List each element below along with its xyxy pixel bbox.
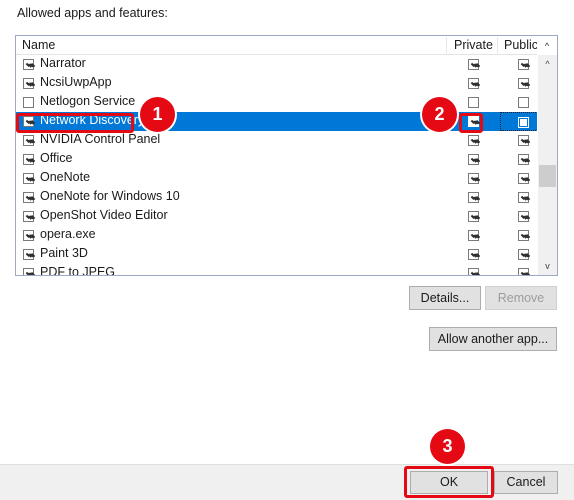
allowed-apps-list[interactable]: Name Private Public ^ Narrator NcsiUwpAp… xyxy=(15,35,558,276)
public-cell-focused[interactable] xyxy=(500,112,537,131)
allowed-checkbox[interactable] xyxy=(23,135,34,146)
private-checkbox[interactable] xyxy=(468,268,479,275)
table-row[interactable]: PDF to JPEG xyxy=(16,264,537,275)
public-checkbox[interactable] xyxy=(518,135,529,146)
column-divider[interactable] xyxy=(497,37,498,54)
app-name: Netlogon Service xyxy=(40,94,136,108)
table-row[interactable]: opera.exe xyxy=(16,226,537,245)
app-name: Narrator xyxy=(40,56,86,70)
ok-button[interactable]: OK xyxy=(410,471,488,494)
list-scrollbar[interactable]: ^ v xyxy=(537,55,557,275)
public-checkbox[interactable] xyxy=(518,211,529,222)
app-name: OneNote xyxy=(40,170,91,184)
allowed-checkbox[interactable] xyxy=(23,78,34,89)
allowed-checkbox[interactable] xyxy=(23,249,34,260)
public-checkbox[interactable] xyxy=(518,154,529,165)
private-checkbox[interactable] xyxy=(468,154,479,165)
table-row-selected[interactable]: Network Discovery xyxy=(16,112,537,131)
public-checkbox[interactable] xyxy=(518,117,529,128)
private-checkbox[interactable] xyxy=(468,173,479,184)
allowed-checkbox[interactable] xyxy=(23,59,34,70)
table-row[interactable]: Netlogon Service xyxy=(16,93,537,112)
app-name: opera.exe xyxy=(40,227,96,241)
allowed-checkbox[interactable] xyxy=(23,230,34,241)
private-checkbox[interactable] xyxy=(468,78,479,89)
app-name: NVIDIA Control Panel xyxy=(40,132,161,146)
column-header-public[interactable]: Public xyxy=(504,38,538,52)
allowed-apps-label: Allowed apps and features: xyxy=(17,6,168,20)
cancel-button[interactable]: Cancel xyxy=(494,471,558,494)
allowed-checkbox[interactable] xyxy=(23,268,34,275)
private-checkbox[interactable] xyxy=(468,59,479,70)
allowed-checkbox[interactable] xyxy=(23,211,34,222)
app-name: Office xyxy=(40,151,73,165)
app-name: NcsiUwpApp xyxy=(40,75,112,89)
column-divider[interactable] xyxy=(446,37,447,54)
table-row[interactable]: OneNote xyxy=(16,169,537,188)
scrollbar-thumb[interactable] xyxy=(539,165,556,187)
table-row[interactable]: Narrator xyxy=(16,55,537,74)
private-checkbox[interactable] xyxy=(468,116,479,127)
private-checkbox[interactable] xyxy=(468,211,479,222)
public-checkbox[interactable] xyxy=(518,230,529,241)
column-header-name[interactable]: Name xyxy=(22,38,55,52)
public-checkbox[interactable] xyxy=(518,97,529,108)
table-row[interactable]: NVIDIA Control Panel xyxy=(16,131,537,150)
public-checkbox[interactable] xyxy=(518,192,529,203)
public-checkbox[interactable] xyxy=(518,268,529,275)
private-checkbox[interactable] xyxy=(468,249,479,260)
allowed-checkbox[interactable] xyxy=(23,154,34,165)
table-row[interactable]: OneNote for Windows 10 xyxy=(16,188,537,207)
chevron-down-icon[interactable]: v xyxy=(538,257,557,275)
allowed-checkbox[interactable] xyxy=(23,116,34,127)
chevron-up-icon: ^ xyxy=(537,36,557,55)
allow-another-app-button[interactable]: Allow another app... xyxy=(429,327,557,351)
app-name: OneNote for Windows 10 xyxy=(40,189,180,203)
app-name: OpenShot Video Editor xyxy=(40,208,168,222)
allowed-checkbox[interactable] xyxy=(23,97,34,108)
list-rows-container: Narrator NcsiUwpApp Netlogon Service Net… xyxy=(16,55,537,275)
column-header-private[interactable]: Private xyxy=(454,38,493,52)
remove-button: Remove xyxy=(485,286,557,310)
details-button[interactable]: Details... xyxy=(409,286,481,310)
public-checkbox[interactable] xyxy=(518,249,529,260)
public-checkbox[interactable] xyxy=(518,59,529,70)
app-name: Paint 3D xyxy=(40,246,88,260)
table-row[interactable]: NcsiUwpApp xyxy=(16,74,537,93)
app-name: Network Discovery xyxy=(40,113,145,127)
table-row[interactable]: Paint 3D xyxy=(16,245,537,264)
public-checkbox[interactable] xyxy=(518,173,529,184)
list-header-row: Name Private Public ^ xyxy=(16,36,557,55)
private-checkbox[interactable] xyxy=(468,135,479,146)
private-checkbox[interactable] xyxy=(468,192,479,203)
table-row[interactable]: Office xyxy=(16,150,537,169)
app-name: PDF to JPEG xyxy=(40,265,116,275)
table-row[interactable]: OpenShot Video Editor xyxy=(16,207,537,226)
allowed-checkbox[interactable] xyxy=(23,192,34,203)
private-checkbox[interactable] xyxy=(468,97,479,108)
annotation-badge-3: 3 xyxy=(430,429,465,464)
allowed-checkbox[interactable] xyxy=(23,173,34,184)
chevron-up-icon[interactable]: ^ xyxy=(538,55,557,73)
public-checkbox[interactable] xyxy=(518,78,529,89)
private-checkbox[interactable] xyxy=(468,230,479,241)
